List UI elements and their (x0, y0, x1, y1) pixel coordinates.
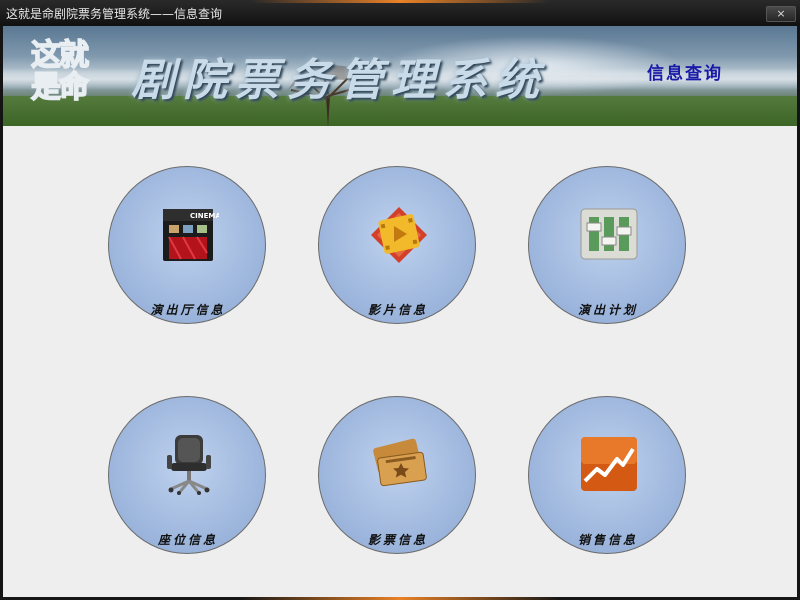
equalizer-sliders-icon (580, 208, 638, 260)
header-banner: 这就 是命 剧院票务管理系统 信息查询 (3, 26, 797, 126)
logo-line-2: 是命 (30, 70, 90, 105)
app-window: 这就是命剧院票务管理系统——信息查询 × 这就 是命 剧院票务管理系统 信息查询… (0, 0, 800, 600)
performance-schedule-button[interactable]: 演出计划 (528, 166, 686, 324)
office-chair-icon (167, 435, 211, 495)
sales-chart-icon (581, 437, 637, 491)
page-subtitle: 信息查询 (647, 64, 723, 84)
menu-area: CINEMA 演出厅信息 影片信息 演出计划 座位信息 影票信息 销售信息 (3, 126, 797, 597)
title-bar[interactable]: 这就是命剧院票务管理系统——信息查询 × (0, 0, 800, 26)
logo-line-1: 这就 (30, 38, 90, 73)
seat-info-button[interactable]: 座位信息 (108, 396, 266, 554)
close-button[interactable]: × (766, 6, 796, 22)
tile-label: 销售信息 (577, 533, 638, 547)
tile-label: 影票信息 (367, 533, 428, 547)
title-bar-glow (250, 0, 550, 3)
cinema-icon-text: CINEMA (190, 212, 219, 220)
tickets-icon (373, 438, 427, 487)
performance-hall-info-button[interactable]: CINEMA 演出厅信息 (108, 166, 266, 324)
logo: 这就 是命 (30, 38, 107, 112)
tile-label: 座位信息 (157, 533, 218, 547)
tile-label: 演出计划 (577, 303, 638, 317)
sales-info-button[interactable]: 销售信息 (528, 396, 686, 554)
window-title: 这就是命剧院票务管理系统——信息查询 (6, 7, 223, 21)
cinema-icon: CINEMA (163, 209, 219, 261)
film-play-icon (371, 207, 427, 263)
movie-info-button[interactable]: 影片信息 (318, 166, 476, 324)
banner-title: 剧院票务管理系统 (131, 55, 547, 106)
tile-label: 影片信息 (367, 303, 428, 317)
tile-label: 演出厅信息 (150, 303, 226, 317)
ticket-info-button[interactable]: 影票信息 (318, 396, 476, 554)
